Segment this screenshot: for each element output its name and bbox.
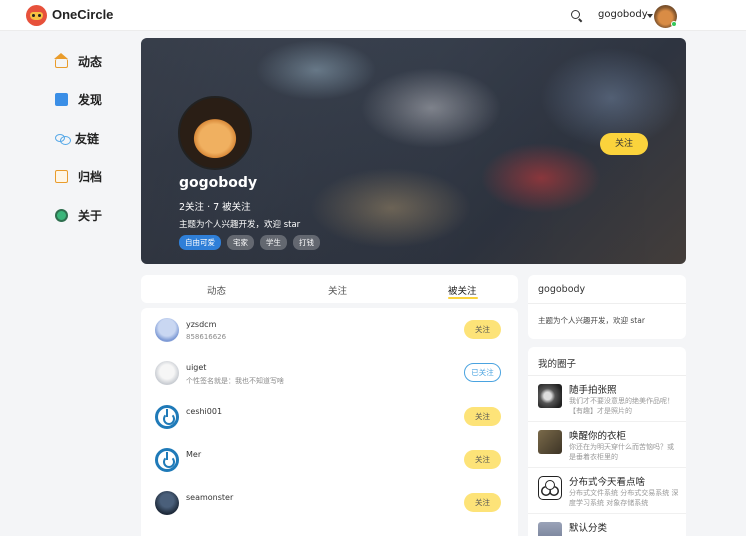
profile-tag[interactable]: 自由可爱 <box>179 235 221 250</box>
avatar[interactable] <box>155 405 179 429</box>
sidebar-item-label: 动态 <box>78 54 103 69</box>
tab-followers[interactable]: 被关注 <box>448 283 477 297</box>
avatar[interactable] <box>155 448 179 472</box>
follow-button[interactable]: 关注 <box>600 133 648 155</box>
list-item[interactable]: yzsdcm 858616626 关注 <box>141 308 518 351</box>
circle-name[interactable]: 分布式今天看点啥 <box>569 474 645 488</box>
link-icon <box>55 134 71 146</box>
sidebar-item-label: 友链 <box>75 131 100 146</box>
profile-tabs: 动态 关注 被关注 <box>141 275 518 303</box>
tab-following[interactable]: 关注 <box>328 283 347 297</box>
active-tab-indicator <box>448 297 478 299</box>
summary-username[interactable]: gogobody <box>538 284 585 295</box>
profile-banner: gogobody 2关注 · 7 被关注 主题为个人兴趣开发，欢迎 star 自… <box>141 38 686 264</box>
profile-bio: 主题为个人兴趣开发，欢迎 star <box>179 220 301 230</box>
user-signature: 个性签名就是：我也不知道写啥 <box>186 377 284 385</box>
circle-description: 我们才不要没意思的绝美作品呢！【有趣】才是照片的 <box>569 397 674 415</box>
avatar[interactable] <box>155 361 179 385</box>
user-name[interactable]: uiget <box>186 363 206 372</box>
divider <box>528 303 686 304</box>
circle-thumbnail[interactable] <box>538 522 562 536</box>
circle-description: 你还在为明天穿什么而苦恼吗？或是垂着衣柜里的 <box>569 443 674 461</box>
about-icon <box>55 208 68 222</box>
my-circles-card: 我的圈子 随手拍张照 我们才不要没意思的绝美作品呢！【有趣】才是照片的 唤醒你的… <box>528 347 686 536</box>
list-item[interactable]: uiget 个性签名就是：我也不知道写啥 已关注 <box>141 351 518 394</box>
circle-name[interactable]: 唤醒你的衣柜 <box>569 428 626 442</box>
online-status-dot <box>671 21 677 27</box>
circle-item[interactable]: 随手拍张照 我们才不要没意思的绝美作品呢！【有趣】才是照片的 <box>528 376 686 422</box>
onecircle-logo-icon[interactable] <box>26 5 47 26</box>
circle-item[interactable]: 唤醒你的衣柜 你还在为明天穿什么而苦恼吗？或是垂着衣柜里的 <box>528 422 686 468</box>
following-button[interactable]: 已关注 <box>464 363 501 382</box>
discover-icon <box>55 93 68 107</box>
circle-description: 分布式文件系统 分布式交易系统 深度学习系统 对象存储系统 <box>569 489 679 507</box>
brand-name[interactable]: OneCircle <box>52 7 113 22</box>
follow-button[interactable]: 关注 <box>464 320 501 339</box>
follow-button[interactable]: 关注 <box>464 450 501 469</box>
profile-tag[interactable]: 宅家 <box>227 235 254 250</box>
profile-summary-card: gogobody 主题为个人兴趣开发，欢迎 star <box>528 275 686 339</box>
header-username[interactable]: gogobody <box>598 9 648 20</box>
circle-item[interactable]: 分布式今天看点啥 分布式文件系统 分布式交易系统 深度学习系统 对象存储系统 <box>528 468 686 514</box>
tab-moments[interactable]: 动态 <box>207 283 226 297</box>
profile-tags: 自由可爱 宅家 学生 打钱 <box>179 235 320 250</box>
sidebar-item-archive[interactable]: 归档 <box>55 158 135 197</box>
sidebar-item-links[interactable]: 友链 <box>55 119 135 158</box>
sidebar-item-moments[interactable]: 动态 <box>54 42 135 81</box>
sidebar-item-about[interactable]: 关于 <box>55 196 135 235</box>
search-icon[interactable] <box>571 10 580 19</box>
profile-name: gogobody <box>179 175 258 191</box>
avatar[interactable] <box>155 491 179 515</box>
follow-button[interactable]: 关注 <box>464 407 501 426</box>
summary-bio: 主题为个人兴趣开发，欢迎 star <box>538 316 645 325</box>
list-item[interactable]: Mer 关注 <box>141 438 518 481</box>
circles-title: 我的圈子 <box>538 359 577 370</box>
user-name[interactable]: Mer <box>186 450 201 459</box>
avatar[interactable] <box>155 318 179 342</box>
profile-avatar[interactable] <box>178 96 252 170</box>
followers-list: yzsdcm 858616626 关注 uiget 个性签名就是：我也不知道写啥… <box>141 308 518 536</box>
user-name[interactable]: seamonster <box>186 493 233 502</box>
sidebar-item-discover[interactable]: 发现 <box>55 81 135 120</box>
chevron-down-icon[interactable] <box>647 14 653 18</box>
profile-follow-stats[interactable]: 2关注 · 7 被关注 <box>179 199 251 213</box>
sidebar-item-label: 归档 <box>78 170 103 185</box>
list-item[interactable]: ceshi001 关注 <box>141 395 518 438</box>
follow-button[interactable]: 关注 <box>464 493 501 512</box>
circle-thumbnail[interactable] <box>538 430 562 454</box>
top-bar: OneCircle gogobody <box>0 0 746 31</box>
profile-tag[interactable]: 学生 <box>260 235 287 250</box>
circle-item[interactable]: 默认分类 <box>528 514 686 536</box>
circle-thumbnail[interactable] <box>538 384 562 408</box>
archive-icon <box>55 170 68 184</box>
user-signature: 858616626 <box>186 333 227 341</box>
user-name[interactable]: ceshi001 <box>186 407 222 416</box>
sidebar-item-label: 关于 <box>78 208 103 223</box>
sidebar-nav: 动态 发现 友链 归档 关于 <box>54 42 135 235</box>
list-item[interactable]: seamonster 关注 <box>141 481 518 524</box>
sidebar-item-label: 发现 <box>78 93 103 108</box>
circle-name[interactable]: 随手拍张照 <box>569 382 617 396</box>
circle-name[interactable]: 默认分类 <box>569 520 607 534</box>
distributed-icon[interactable] <box>538 476 562 500</box>
home-icon <box>54 52 68 68</box>
user-name[interactable]: yzsdcm <box>186 320 216 329</box>
profile-tag[interactable]: 打钱 <box>293 235 320 250</box>
